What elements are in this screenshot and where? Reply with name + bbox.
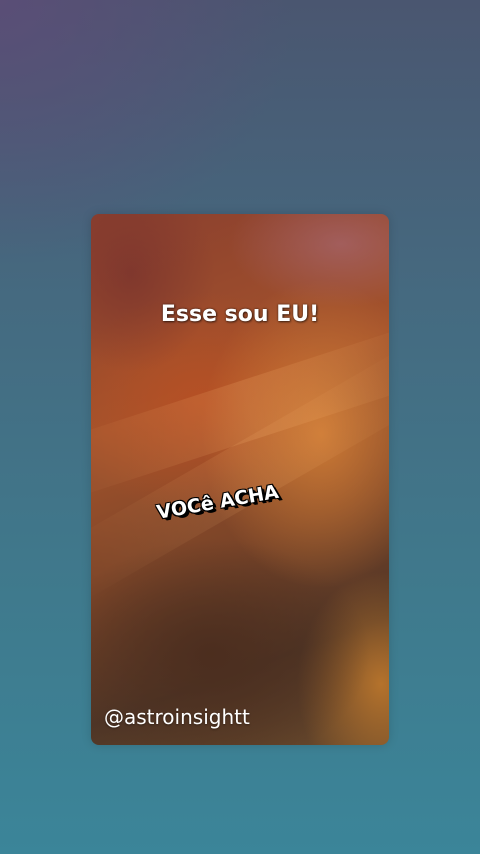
video-card[interactable]: Esse sou EU! VOCê ACHA @astroinsightt <box>91 214 389 745</box>
video-title: Esse sou EU! <box>160 302 320 327</box>
creator-handle: @astroinsightt <box>104 705 250 729</box>
